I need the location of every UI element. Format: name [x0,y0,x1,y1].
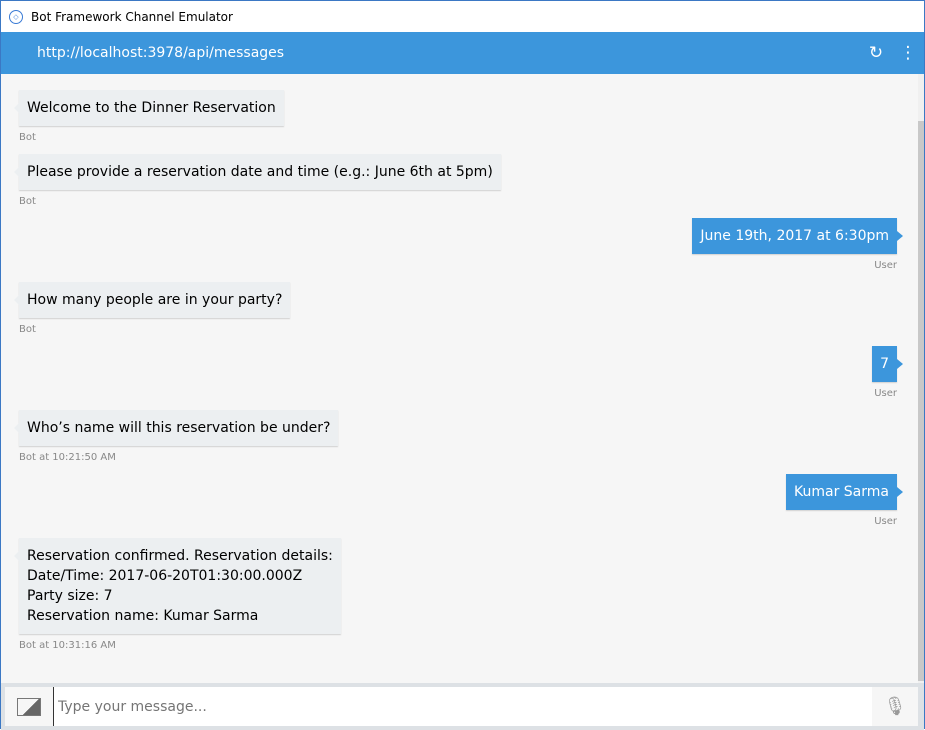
window-title: Bot Framework Channel Emulator [31,9,233,24]
bot-message: Reservation confirmed. Reservation detai… [14,538,897,651]
bot-message: Who’s name will this reservation be unde… [13,410,897,463]
address-bar: http://localhost:3978/api/messages ↻ ⋮ [1,32,924,74]
upload-image-icon[interactable] [5,687,53,726]
message-bubble: Welcome to the Dinner Reservation [14,90,284,126]
user-message: 7 User [19,346,903,399]
refresh-icon[interactable]: ↻ [860,43,892,63]
message-bubble: Reservation confirmed. Reservation detai… [14,538,341,634]
app-logo-icon: ◇ [9,9,23,24]
message-bubble: 7 [872,346,903,382]
user-message: June 19th, 2017 at 6:30pm User [19,218,903,271]
message-bubble: Who’s name will this reservation be unde… [13,410,339,446]
chat-history: Welcome to the Dinner Reservation Bot Ple… [1,74,918,683]
bot-message: Welcome to the Dinner Reservation Bot [14,90,897,143]
message-line: Reservation name: Kumar Sarma [27,608,259,624]
bot-message: How many people are in your party? Bot [13,282,897,335]
message-sender: Bot [19,196,36,207]
message-input[interactable] [53,687,872,726]
scrollbar-thumb[interactable] [918,121,924,681]
message-line: Party size: 7 [27,588,113,604]
message-line: Reservation confirmed. Reservation detai… [27,548,333,564]
more-menu-icon[interactable]: ⋮ [892,43,924,63]
message-line: Date/Time: 2017-06-20T01:30:00.000Z [27,568,303,584]
user-message: Kumar Sarma User [19,474,903,527]
microphone-icon[interactable]: 🎙 [872,687,918,726]
bot-message: Please provide a reservation date and ti… [14,154,897,207]
message-bubble: Kumar Sarma [786,474,903,510]
message-sender: Bot at 10:31:16 AM [19,640,116,651]
message-bubble: June 19th, 2017 at 6:30pm [692,218,903,254]
message-sender: User [874,516,897,527]
message-sender: User [874,260,897,271]
message-sender: User [874,388,897,399]
endpoint-url[interactable]: http://localhost:3978/api/messages [37,45,860,61]
message-sender: Bot [19,324,36,335]
message-sender: Bot [19,132,36,143]
message-bubble: Please provide a reservation date and ti… [14,154,501,190]
window-titlebar: ◇ Bot Framework Channel Emulator [1,1,924,32]
chat-scrollbar[interactable] [918,74,924,683]
message-sender: Bot at 10:21:50 AM [19,452,116,463]
message-bubble: How many people are in your party? [13,282,291,318]
message-input-bar: 🎙 [1,683,924,730]
